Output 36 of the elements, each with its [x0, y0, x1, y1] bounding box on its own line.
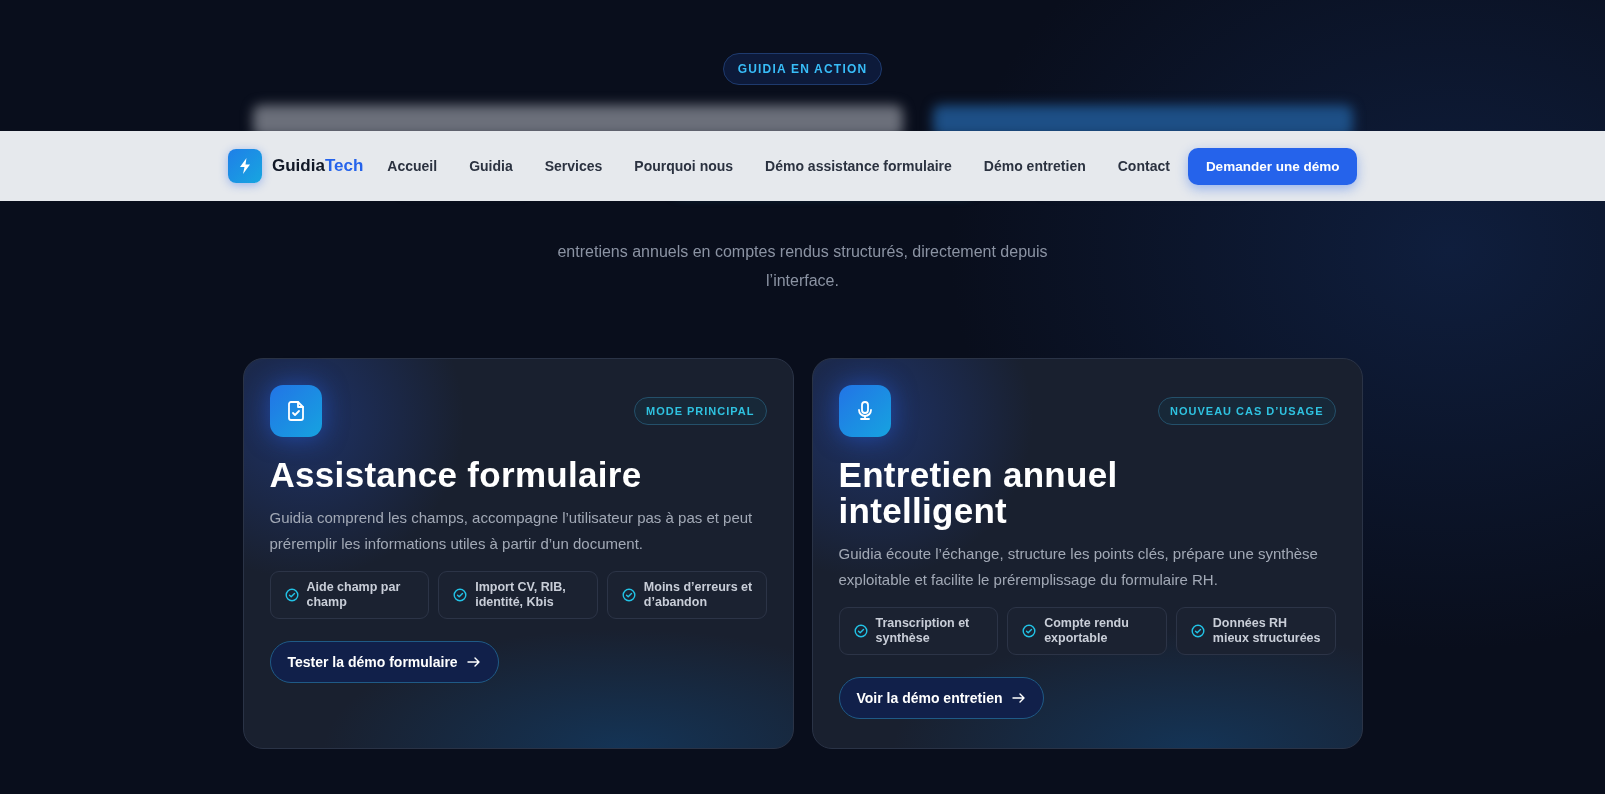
demo-button[interactable]: Tester la démo formulaire	[269, 641, 499, 683]
section-badge: GUIDIA EN ACTION	[722, 53, 883, 85]
intro-text: entretiens annuels en comptes rendus structurés, directement depuis l’interface.	[557, 242, 1048, 291]
lightning-logo-icon[interactable]	[228, 149, 262, 183]
card-title: Entretien annuel intelligent	[838, 457, 1119, 529]
request-demo-button[interactable]: Demander une démo	[1187, 147, 1358, 185]
card-description: Guidia comprend les champs, accompagne l’utilisateur pas à pas et peut préremplir les informations utiles à partir d’un document.	[269, 508, 754, 554]
card-badge: NOUVEAU CAS D’USAGE	[1158, 397, 1336, 425]
check-circle-icon	[621, 588, 636, 602]
check-circle-icon	[1190, 624, 1205, 638]
microphone-icon	[838, 385, 891, 437]
feature-label: Compte rendu exportable	[1044, 616, 1130, 646]
arrow-right-icon	[466, 656, 481, 668]
check-circle-icon	[853, 624, 868, 638]
check-circle-icon	[453, 588, 468, 602]
demo-button[interactable]: Voir la démo entretien	[838, 677, 1044, 719]
feature-label: Données RH mieux structurées	[1212, 616, 1322, 646]
card-title: Assistance formulaire	[269, 457, 643, 493]
brand-name[interactable]: GuidiaTech	[272, 156, 364, 176]
check-circle-icon	[1022, 624, 1037, 638]
nav-link[interactable]: Démo entretien	[983, 158, 1086, 174]
feature-label: Aide champ par champ	[306, 580, 402, 610]
nav-link[interactable]: Services	[544, 158, 603, 174]
nav-link[interactable]: Accueil	[387, 158, 438, 174]
feature-label: Transcription et synthèse	[875, 616, 971, 646]
nav-link[interactable]: Démo assistance formulaire	[765, 158, 952, 174]
nav-link[interactable]: Contact	[1117, 158, 1170, 174]
card-badge: MODE PRINCIPAL	[633, 397, 767, 425]
feature-label: Moins d’erreurs et d’abandon	[643, 580, 754, 610]
nav-link[interactable]: Pourquoi nous	[634, 158, 734, 174]
feature-label: Import CV, RIB, identité, Kbis	[475, 580, 567, 610]
check-circle-icon	[284, 588, 299, 602]
document-check-icon	[269, 385, 322, 437]
nav-link[interactable]: Guidia	[469, 158, 513, 174]
card-description: Guidia écoute l’échange, structure les points clés, prépare une synthèse exploitable et facilite le préremplissage du formulaire RH.	[838, 544, 1319, 590]
arrow-right-icon	[1011, 692, 1026, 704]
